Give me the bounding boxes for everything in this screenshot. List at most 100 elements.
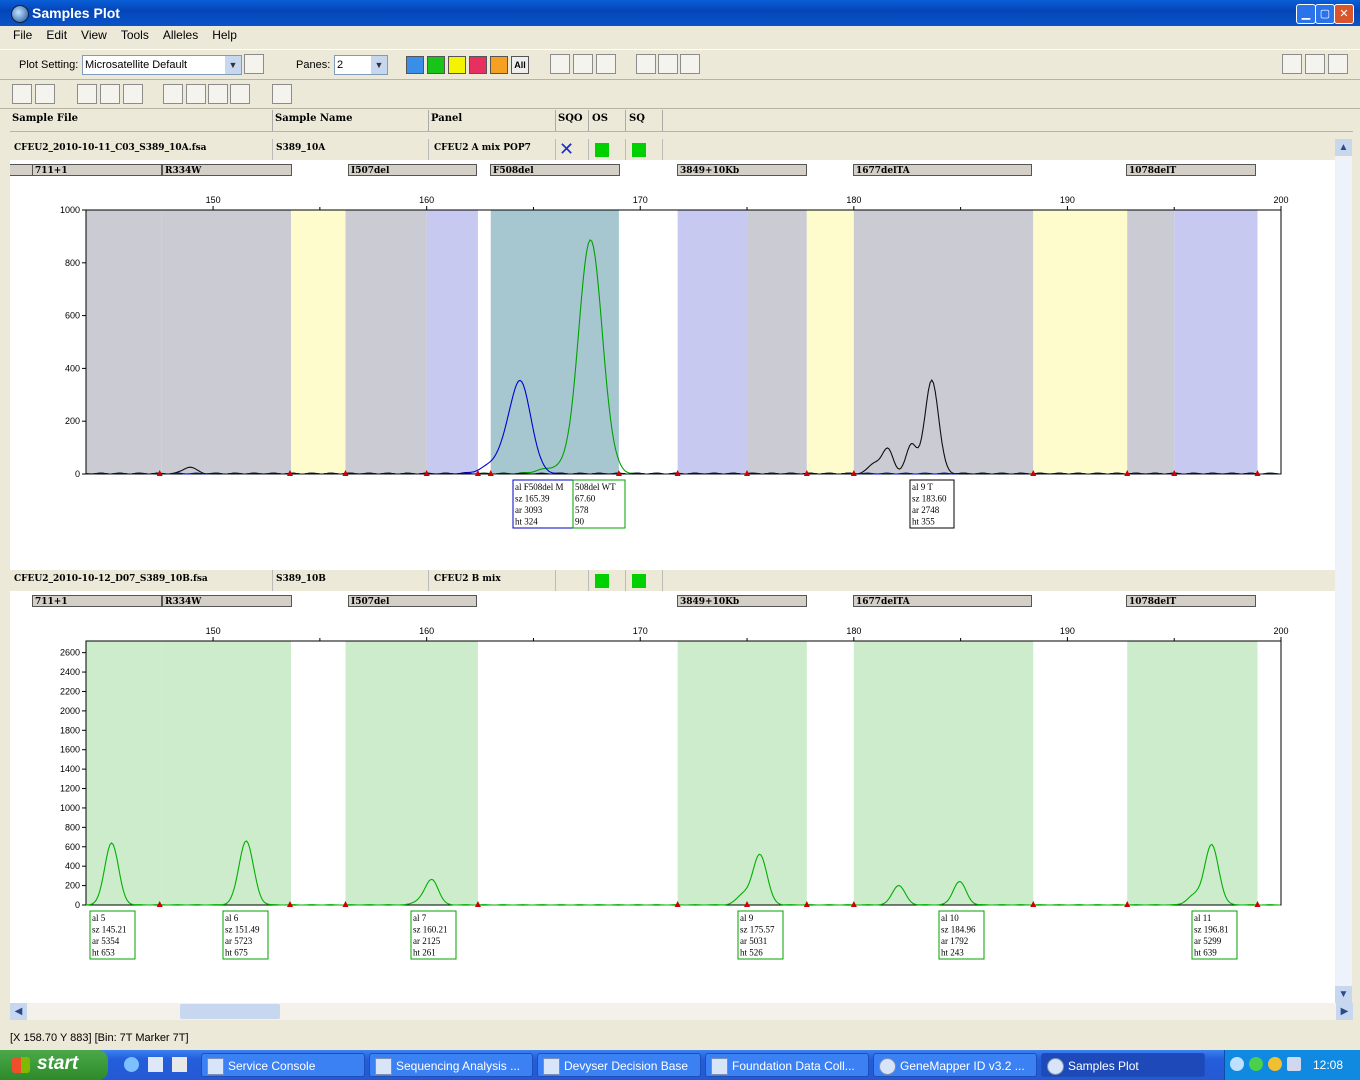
- col-sqo[interactable]: SQO: [558, 113, 583, 124]
- y-tick-label: 800: [65, 258, 80, 268]
- green-dye-button[interactable]: [427, 56, 445, 74]
- task-service-console[interactable]: Service Console: [201, 1053, 365, 1077]
- bin-region: [161, 641, 292, 905]
- marker-r334w[interactable]: R334W: [162, 164, 292, 176]
- marker-scale-icon[interactable]: [208, 84, 228, 104]
- electropherogram-pane-1[interactable]: 150 160 170 180 190 200 0 200 400 600 800 1000 al F…: [10, 184, 1335, 539]
- y-scale-icon[interactable]: [186, 84, 206, 104]
- panes-select[interactable]: 2 ▼: [334, 55, 388, 75]
- menu-bar: File Edit View Tools Alleles Help: [0, 26, 1360, 46]
- minimize-button[interactable]: ▁: [1296, 4, 1316, 24]
- plot-setting-select[interactable]: Microsatellite Default ▼: [82, 55, 242, 75]
- scroll-left-button[interactable]: ◀: [10, 1003, 27, 1020]
- tray-expand-icon[interactable]: [1230, 1057, 1244, 1071]
- task-genemapper[interactable]: GeneMapper ID v3.2 ...: [873, 1053, 1037, 1077]
- yellow-dye-button[interactable]: [448, 56, 466, 74]
- edit-bins-icon[interactable]: [230, 84, 250, 104]
- sizing-table-icon[interactable]: [1282, 54, 1302, 74]
- os-pass-icon: [595, 143, 609, 157]
- task-samples-plot[interactable]: Samples Plot: [1041, 1053, 1205, 1077]
- start-button[interactable]: start: [0, 1050, 108, 1080]
- full-view-icon[interactable]: [12, 84, 32, 104]
- orange-dye-button[interactable]: [490, 56, 508, 74]
- menu-edit[interactable]: Edit: [39, 26, 74, 44]
- peak-view-icon[interactable]: [573, 54, 593, 74]
- scroll-down-button[interactable]: ▼: [1335, 986, 1352, 1003]
- y-tick-label: 200: [65, 881, 80, 891]
- scroll-thumb[interactable]: [1336, 157, 1351, 987]
- scroll-up-button[interactable]: ▲: [1335, 139, 1352, 156]
- sample-row[interactable]: CFEU2_2010-10-11_C03_S389_10A.fsa S389_1…: [10, 139, 1335, 160]
- y-tick-label: 200: [65, 416, 80, 426]
- menu-alleles[interactable]: Alleles: [156, 26, 205, 44]
- col-os[interactable]: OS: [592, 113, 608, 124]
- task-foundation-data-coll[interactable]: Foundation Data Coll...: [705, 1053, 869, 1077]
- scroll-thumb[interactable]: [180, 1004, 280, 1019]
- menu-view[interactable]: View: [74, 26, 114, 44]
- marker-1078delt[interactable]: 1078delT: [1126, 595, 1256, 607]
- color-bins-icon[interactable]: [680, 54, 700, 74]
- show-peaks-icon[interactable]: [77, 84, 97, 104]
- marker-711-1[interactable]: 711+1: [32, 595, 162, 607]
- display-icon[interactable]: [1287, 1057, 1301, 1071]
- overlay-icon[interactable]: [636, 54, 656, 74]
- menu-help[interactable]: Help: [205, 26, 244, 44]
- security-icon[interactable]: [1268, 1057, 1282, 1071]
- menu-file[interactable]: File: [6, 26, 39, 44]
- allele-label-line: ht 355: [912, 517, 935, 527]
- show-desktop-icon[interactable]: [172, 1057, 187, 1072]
- marker-i507del[interactable]: I507del: [348, 595, 477, 607]
- sq-pass-icon: [632, 574, 646, 588]
- label-peaks-icon[interactable]: [596, 54, 616, 74]
- plot-setting-value: Microsatellite Default: [85, 59, 188, 71]
- allele-label-line: al 11: [1194, 913, 1211, 923]
- col-sample-name[interactable]: Sample Name: [275, 113, 352, 124]
- show-bins-icon[interactable]: [100, 84, 120, 104]
- marker-1677delta[interactable]: 1677delTA: [853, 164, 1032, 176]
- x-tick-label: 150: [206, 626, 221, 636]
- task-sequencing-analysis[interactable]: Sequencing Analysis ...: [369, 1053, 533, 1077]
- task-devyser-decision-base[interactable]: Devyser Decision Base: [537, 1053, 701, 1077]
- y-tick-label: 600: [65, 311, 80, 321]
- col-sample-file[interactable]: Sample File: [12, 113, 78, 124]
- scroll-right-button[interactable]: ▶: [1336, 1003, 1353, 1020]
- ie-icon[interactable]: [124, 1057, 139, 1072]
- network-icon[interactable]: [1249, 1057, 1263, 1071]
- marker-1078delt[interactable]: 1078delT: [1126, 164, 1256, 176]
- allele-label: al 7 sz 160.21ar 2125 ht 261: [410, 910, 457, 960]
- plot-setting-editor-icon[interactable]: [244, 54, 264, 74]
- marker-711-1[interactable]: 711+1: [32, 164, 162, 176]
- marker-1677delta[interactable]: 1677delTA: [853, 595, 1032, 607]
- marker-r334w[interactable]: R334W: [162, 595, 292, 607]
- allele-label-line: al 7: [413, 913, 427, 923]
- x-tick-label: 180: [846, 195, 861, 205]
- vertical-scrollbar[interactable]: ▲ ▼: [1335, 139, 1352, 1003]
- marker-i507del[interactable]: I507del: [348, 164, 477, 176]
- zoom-out-icon[interactable]: [35, 84, 55, 104]
- horizontal-scrollbar[interactable]: ◀ ▶: [10, 1003, 1353, 1020]
- blue-dye-button[interactable]: [406, 56, 424, 74]
- marker-3849-10kb[interactable]: 3849+10Kb: [677, 595, 807, 607]
- bin-region: [1174, 210, 1258, 474]
- maximize-button[interactable]: ▢: [1315, 4, 1335, 24]
- menu-tools[interactable]: Tools: [114, 26, 156, 44]
- quicklaunch-icon[interactable]: [148, 1057, 163, 1072]
- marker-3849-10kb[interactable]: 3849+10Kb: [677, 164, 807, 176]
- close-button[interactable]: ✕: [1334, 4, 1354, 24]
- table-view-icon[interactable]: [550, 54, 570, 74]
- all-dyes-button[interactable]: All: [511, 56, 529, 74]
- report-icon[interactable]: [1328, 54, 1348, 74]
- col-panel[interactable]: Panel: [431, 113, 462, 124]
- col-sq[interactable]: SQ: [629, 113, 645, 124]
- red-dye-button[interactable]: [469, 56, 487, 74]
- show-alleles-icon[interactable]: [123, 84, 143, 104]
- genotypes-table-icon[interactable]: [1305, 54, 1325, 74]
- electropherogram-pane-2[interactable]: 150 160 170 180 190 2000200400600800100012001…: [10, 615, 1335, 970]
- separate-dyes-icon[interactable]: [658, 54, 678, 74]
- x-scale-icon[interactable]: [163, 84, 183, 104]
- sync-panes-icon[interactable]: [272, 84, 292, 104]
- marker-f508del[interactable]: F508del: [490, 164, 620, 176]
- bin-region: [345, 641, 478, 905]
- panel-name: CFEU2 A mix POP7: [434, 143, 531, 153]
- sample-row[interactable]: CFEU2_2010-10-12_D07_S389_10B.fsa S389_1…: [10, 570, 1335, 591]
